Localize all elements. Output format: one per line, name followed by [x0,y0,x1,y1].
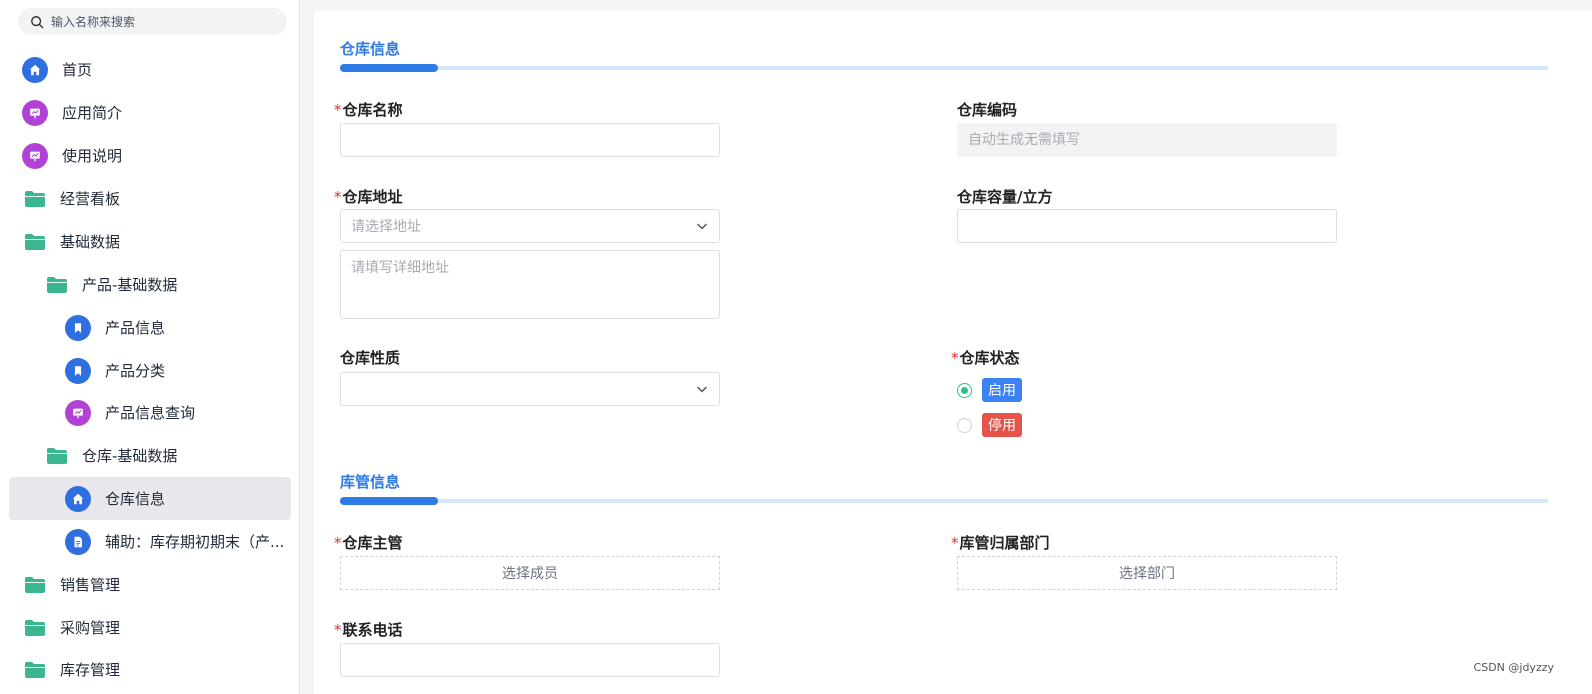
radio-enabled[interactable] [957,382,972,398]
section-divider [340,64,1548,72]
select-member-button[interactable]: 选择成员 [340,556,720,590]
folder-open-icon [25,233,45,250]
sidebar-item-product-query[interactable]: 产品信息查询 [0,391,300,434]
warehouse-address-detail[interactable] [340,250,720,319]
sidebar: 首页 应用简介 使用说明 经营看板 基础数据 [0,0,300,694]
folder-icon [25,576,45,593]
required-mark: * [334,188,342,206]
select-placeholder: 请选择地址 [351,219,421,235]
home-icon [65,485,91,512]
sidebar-item-purchase[interactable]: 采购管理 [0,606,300,649]
section-divider [340,497,1548,505]
status-option-enabled[interactable]: 启用 [957,378,1022,402]
presentation-icon [65,399,91,426]
bookmark-icon [65,314,91,341]
select-department-button[interactable]: 选择部门 [957,556,1337,590]
sidebar-item-label: 产品信息 [105,319,166,337]
warehouse-status-label-text: 仓库状态 [959,349,1020,367]
radio-disabled[interactable] [957,417,972,433]
section-title-manager-info: 库管信息 [340,473,401,491]
status-option-disabled[interactable]: 停用 [957,413,1022,437]
warehouse-address-label: *仓库地址 [334,186,403,207]
sidebar-item-basic-data[interactable]: 基础数据 [0,220,300,263]
sidebar-item-label: 仓库信息 [105,490,166,508]
warehouse-nature-select[interactable] [340,372,720,406]
warehouse-code-input [957,123,1337,157]
sidebar-item-label: 使用说明 [62,147,123,165]
section-divider-accent [340,497,438,505]
presentation-icon [22,99,48,126]
warehouse-name-label-text: 仓库名称 [342,101,403,119]
sidebar-item-label: 经营看板 [60,190,121,208]
sidebar-item-sales[interactable]: 销售管理 [0,563,300,606]
bookmark-icon [65,357,91,384]
required-mark: * [951,534,959,552]
warehouse-manager-label: *仓库主管 [334,532,403,553]
contact-phone-label: *联系电话 [334,619,403,640]
section-title-warehouse-info: 仓库信息 [340,40,401,58]
sidebar-item-inventory-aux[interactable]: 辅助：库存期初期末（产... [0,520,300,563]
sidebar-item-label: 销售管理 [60,576,121,594]
folder-icon [25,619,45,636]
required-mark: * [334,621,342,639]
sidebar-item-product-basic-data[interactable]: 产品-基础数据 [0,263,300,306]
contact-phone-input[interactable] [340,643,720,677]
required-mark: * [334,534,342,552]
chevron-down-icon [696,386,708,393]
sidebar-item-label: 库存管理 [60,661,121,679]
warehouse-code-label: 仓库编码 [957,101,1018,119]
sidebar-item-label: 首页 [62,61,93,79]
folder-open-icon [47,447,67,464]
home-icon [22,56,48,83]
warehouse-nature-label: 仓库性质 [340,349,401,367]
sidebar-item-warehouse-info[interactable]: 仓库信息 [9,477,291,520]
sidebar-item-inventory[interactable]: 库存管理 [0,648,300,691]
watermark: CSDN @jdyzzy [1473,661,1554,674]
sidebar-item-label: 产品分类 [105,362,166,380]
folder-icon [25,661,45,678]
required-mark: * [951,349,959,367]
sidebar-item-dashboard[interactable]: 经营看板 [0,177,300,220]
search-box[interactable] [18,8,287,35]
app-root: 首页 应用简介 使用说明 经营看板 基础数据 [0,0,1592,694]
warehouse-capacity-input[interactable] [957,209,1337,243]
sidebar-item-home[interactable]: 首页 [0,48,300,91]
folder-open-icon [47,276,67,293]
sidebar-item-label: 产品信息查询 [105,404,196,422]
sidebar-item-label: 产品-基础数据 [82,276,178,294]
required-mark: * [334,101,342,119]
sidebar-item-warehouse-basic-data[interactable]: 仓库-基础数据 [0,434,300,477]
warehouse-name-label: *仓库名称 [334,99,403,120]
sidebar-item-label: 仓库-基础数据 [82,447,178,465]
search-icon [31,15,44,28]
contact-phone-label-text: 联系电话 [342,621,403,639]
warehouse-address-label-text: 仓库地址 [342,188,403,206]
sidebar-item-label: 辅助：库存期初期末（产... [105,533,285,551]
status-tag-enabled: 启用 [982,378,1022,402]
status-tag-disabled: 停用 [982,413,1022,437]
warehouse-manager-label-text: 仓库主管 [342,534,403,552]
search-input[interactable] [49,13,273,30]
form-panel: 仓库信息 *仓库名称 仓库编码 *仓库地址 请选择地址 仓库容量/立方 仓库性质 [314,10,1592,694]
sidebar-item-app-intro[interactable]: 应用简介 [0,91,300,134]
sidebar-item-label: 采购管理 [60,619,121,637]
sidebar-item-usage-guide[interactable]: 使用说明 [0,134,300,177]
warehouse-status-label: *仓库状态 [951,347,1020,368]
manager-department-label-text: 库管归属部门 [959,534,1050,552]
presentation-icon [22,142,48,169]
warehouse-capacity-label: 仓库容量/立方 [957,188,1053,206]
document-icon [65,528,91,555]
warehouse-address-select[interactable]: 请选择地址 [340,209,720,243]
sidebar-item-label: 应用简介 [62,104,123,122]
sidebar-item-label: 基础数据 [60,233,121,251]
chevron-down-icon [696,223,708,230]
sidebar-item-product-category[interactable]: 产品分类 [0,349,300,392]
sidebar-item-product-info[interactable]: 产品信息 [0,306,300,349]
manager-department-label: *库管归属部门 [951,532,1050,553]
section-divider-accent [340,64,438,72]
warehouse-name-input[interactable] [340,123,720,157]
folder-icon [25,190,45,207]
